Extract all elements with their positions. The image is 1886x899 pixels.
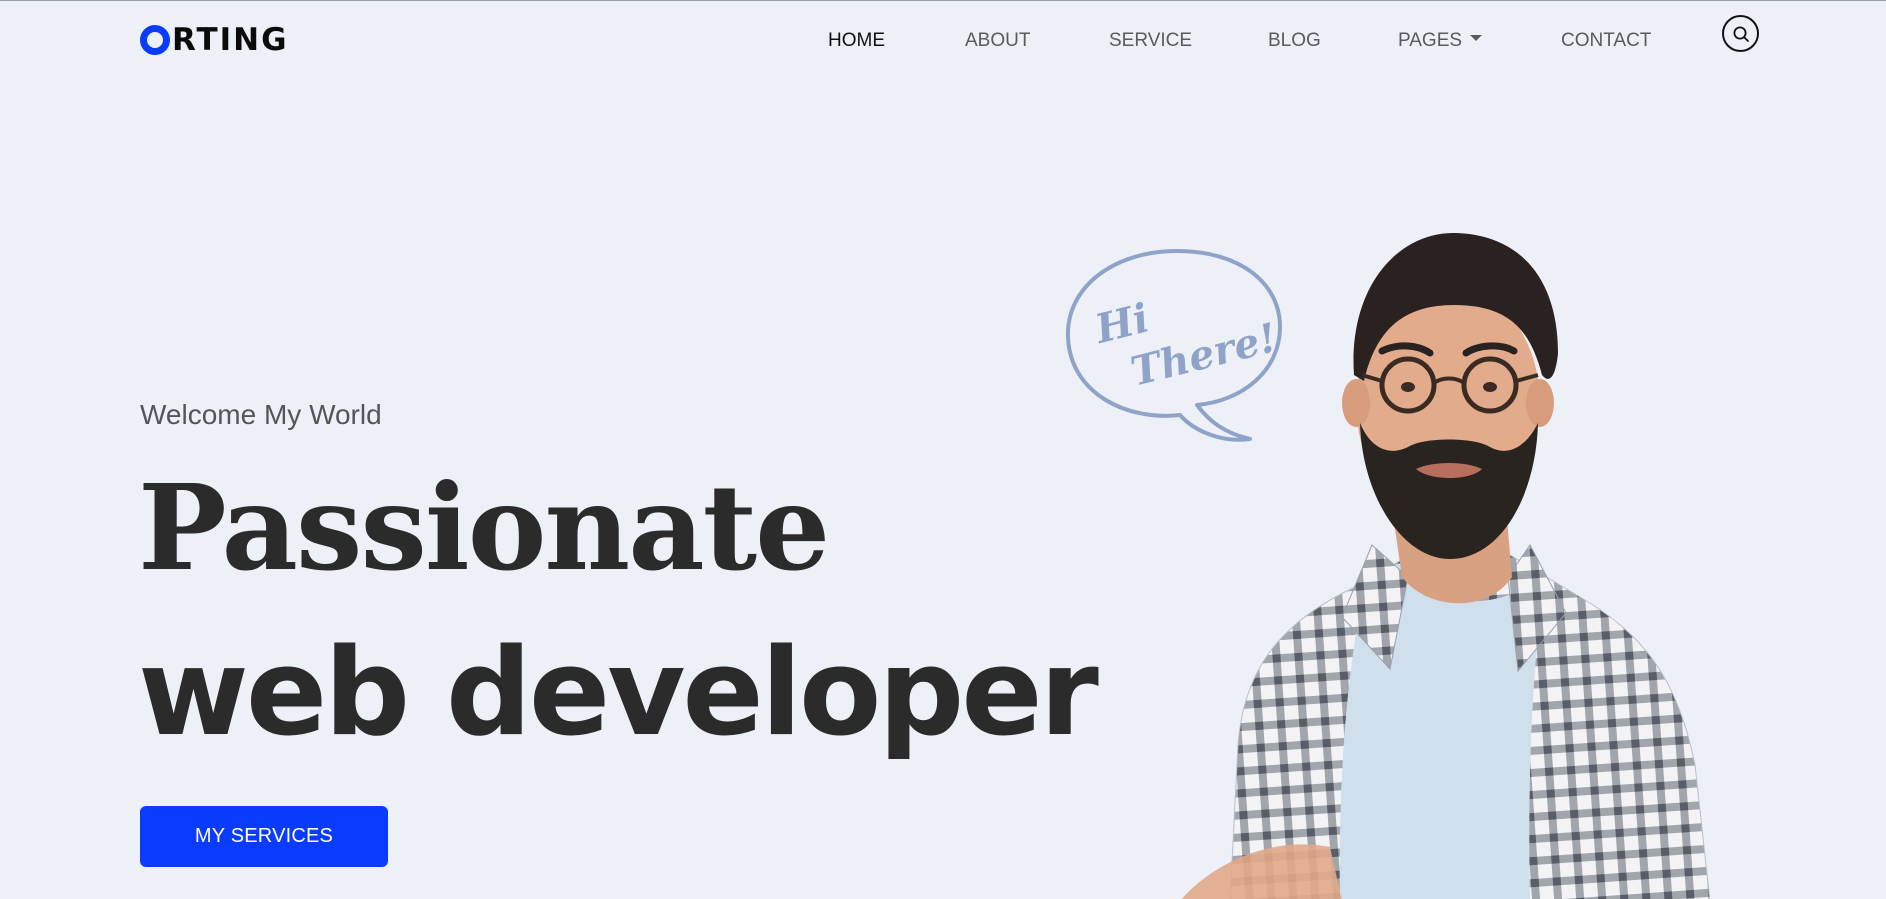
nav-item-contact[interactable]: CONTACT: [1561, 29, 1651, 53]
my-services-button[interactable]: MY SERVICES: [140, 806, 388, 867]
caret-down-icon: [1470, 34, 1483, 41]
nav-item-pages-label: PAGES: [1398, 30, 1463, 51]
search-button[interactable]: [1722, 15, 1759, 52]
nav-item-blog[interactable]: BLOG: [1268, 29, 1321, 53]
logo-ring-icon: [140, 25, 170, 55]
developer-portrait-image: [1181, 232, 1710, 899]
site-logo[interactable]: RTING: [140, 24, 289, 56]
nav-item-home[interactable]: HOME: [828, 29, 885, 53]
hero-headline-line2: web developer: [138, 624, 1099, 763]
search-icon: [1733, 26, 1749, 42]
nav-item-about[interactable]: ABOUT: [965, 29, 1030, 53]
logo-text: RTING: [172, 22, 289, 58]
nav-item-pages[interactable]: PAGES: [1398, 29, 1483, 53]
hero-headline-line1: Passionate: [138, 458, 830, 597]
welcome-text: Welcome My World: [140, 399, 382, 430]
nav-item-service[interactable]: SERVICE: [1109, 29, 1192, 53]
